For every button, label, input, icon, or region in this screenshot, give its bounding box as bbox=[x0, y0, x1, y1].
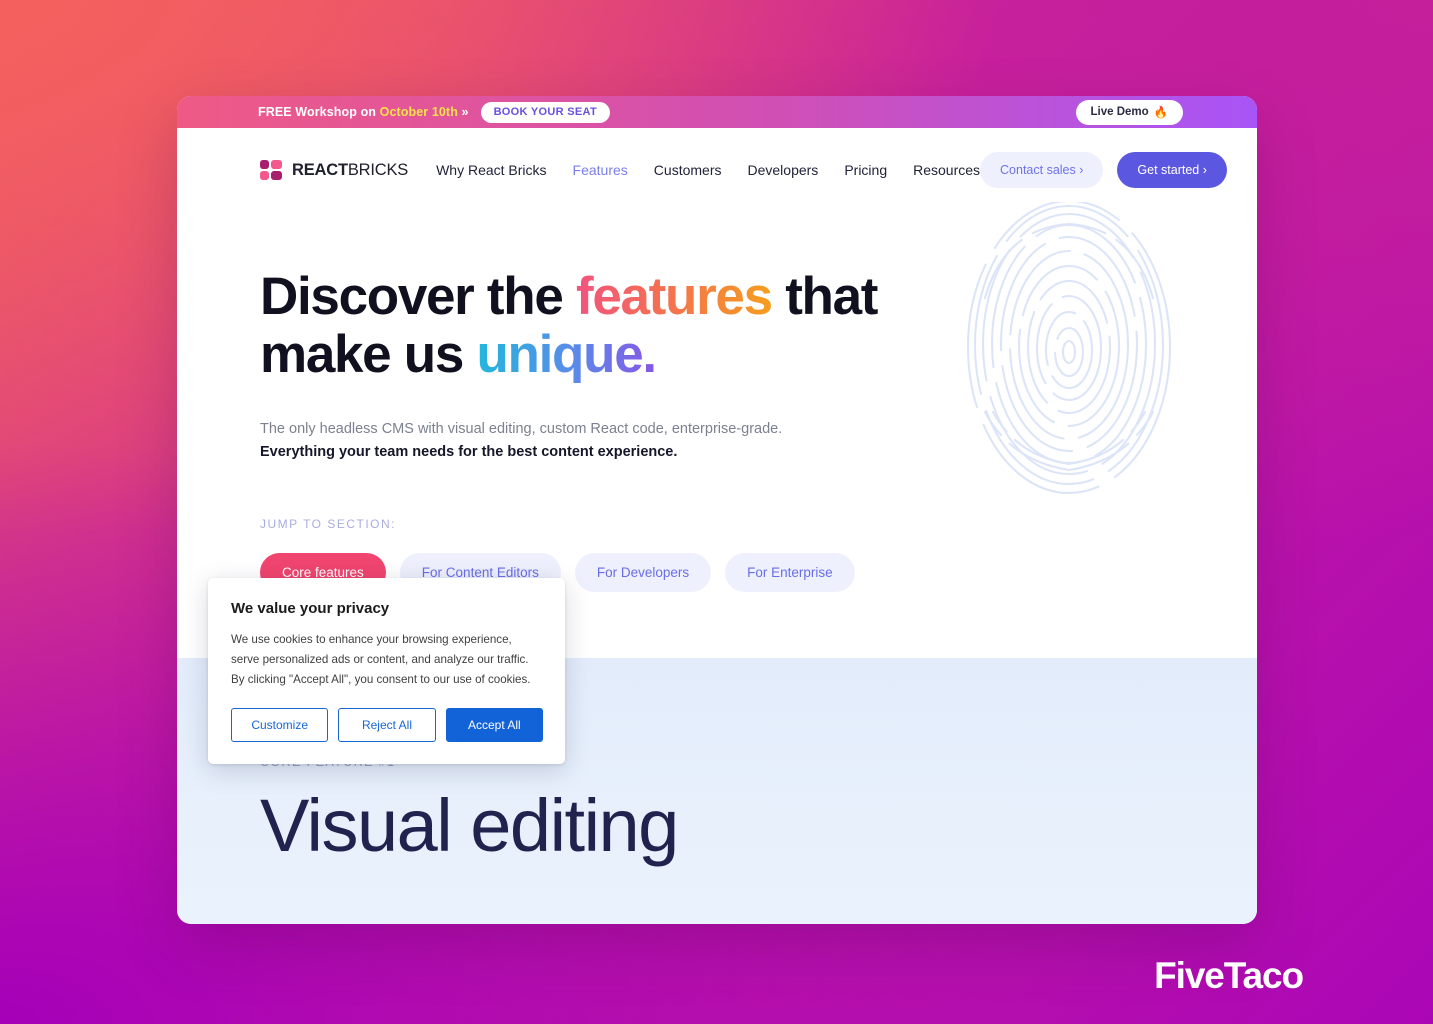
hero-subtitle: The only headless CMS with visual editin… bbox=[260, 418, 860, 465]
core-feature-title: Visual editing bbox=[260, 784, 679, 867]
cookie-dialog-body: We use cookies to enhance your browsing … bbox=[231, 633, 531, 686]
cookie-dialog-title: We value your privacy bbox=[231, 600, 390, 617]
fire-icon: 🔥 bbox=[1153, 106, 1168, 119]
headline-part-1: Discover the bbox=[260, 267, 576, 326]
cookie-consent-dialog: We value your privacy We use cookies to … bbox=[208, 578, 565, 764]
nav-actions: Contact sales › Get started › bbox=[980, 152, 1227, 188]
reject-all-button[interactable]: Reject All bbox=[338, 707, 436, 742]
promo-banner-content: FREE Workshop on October 10th » BOOK YOU… bbox=[258, 101, 610, 123]
brand-name: REACTBRICKS bbox=[292, 161, 408, 180]
pill-for-enterprise[interactable]: For Enterprise bbox=[725, 552, 855, 592]
cookie-dialog-actions: Customize Reject All Accept All bbox=[231, 707, 543, 742]
live-demo-button[interactable]: Live Demo 🔥 bbox=[1075, 99, 1183, 125]
main-navigation: REACTBRICKS Why React Bricks Features Cu… bbox=[177, 128, 1257, 212]
nav-links: Why React Bricks Features Customers Deve… bbox=[436, 162, 980, 178]
headline-part-2: that bbox=[771, 267, 878, 326]
brand-logo-link[interactable]: REACTBRICKS bbox=[260, 159, 408, 181]
brand-name-light: BRICKS bbox=[347, 160, 409, 179]
promo-banner-text: FREE Workshop on October 10th » bbox=[258, 105, 469, 119]
page-title: Discover the features that make us unique… bbox=[260, 267, 880, 385]
nav-item-features[interactable]: Features bbox=[573, 162, 628, 178]
react-bricks-logo-icon bbox=[260, 159, 282, 181]
accept-all-button[interactable]: Accept All bbox=[445, 707, 543, 742]
nav-item-resources[interactable]: Resources bbox=[913, 162, 980, 178]
nav-item-pricing[interactable]: Pricing bbox=[844, 162, 887, 178]
nav-item-why-react-bricks[interactable]: Why React Bricks bbox=[436, 162, 546, 178]
brand-name-bold: REACT bbox=[292, 160, 348, 179]
nav-item-customers[interactable]: Customers bbox=[654, 162, 722, 178]
browser-page-card: FREE Workshop on October 10th » BOOK YOU… bbox=[177, 96, 1257, 924]
book-your-seat-button[interactable]: BOOK YOUR SEAT bbox=[480, 101, 610, 123]
promo-chevron-icon: » bbox=[457, 105, 469, 119]
customize-button[interactable]: Customize bbox=[231, 707, 329, 742]
hero-subtitle-line-2: Everything your team needs for the best … bbox=[260, 444, 678, 461]
promo-prefix: FREE Workshop on bbox=[258, 105, 380, 119]
promo-date: October 10th bbox=[379, 105, 458, 119]
fivetaco-watermark: FiveTaco bbox=[1154, 955, 1304, 996]
headline-accent-features: features bbox=[575, 267, 773, 326]
live-demo-label: Live Demo bbox=[1090, 105, 1149, 118]
headline-accent-unique: unique. bbox=[476, 325, 657, 385]
contact-sales-button[interactable]: Contact sales › bbox=[980, 152, 1104, 188]
nav-item-developers[interactable]: Developers bbox=[747, 162, 818, 178]
jump-to-section-label: JUMP TO SECTION: bbox=[260, 516, 397, 531]
headline-part-3: make us bbox=[260, 325, 477, 385]
promo-banner: FREE Workshop on October 10th » BOOK YOU… bbox=[177, 96, 1257, 128]
hero-subtitle-line-1: The only headless CMS with visual editin… bbox=[260, 420, 783, 437]
pill-for-developers[interactable]: For Developers bbox=[574, 552, 712, 592]
fingerprint-icon bbox=[966, 202, 1172, 495]
get-started-button[interactable]: Get started › bbox=[1117, 152, 1227, 188]
